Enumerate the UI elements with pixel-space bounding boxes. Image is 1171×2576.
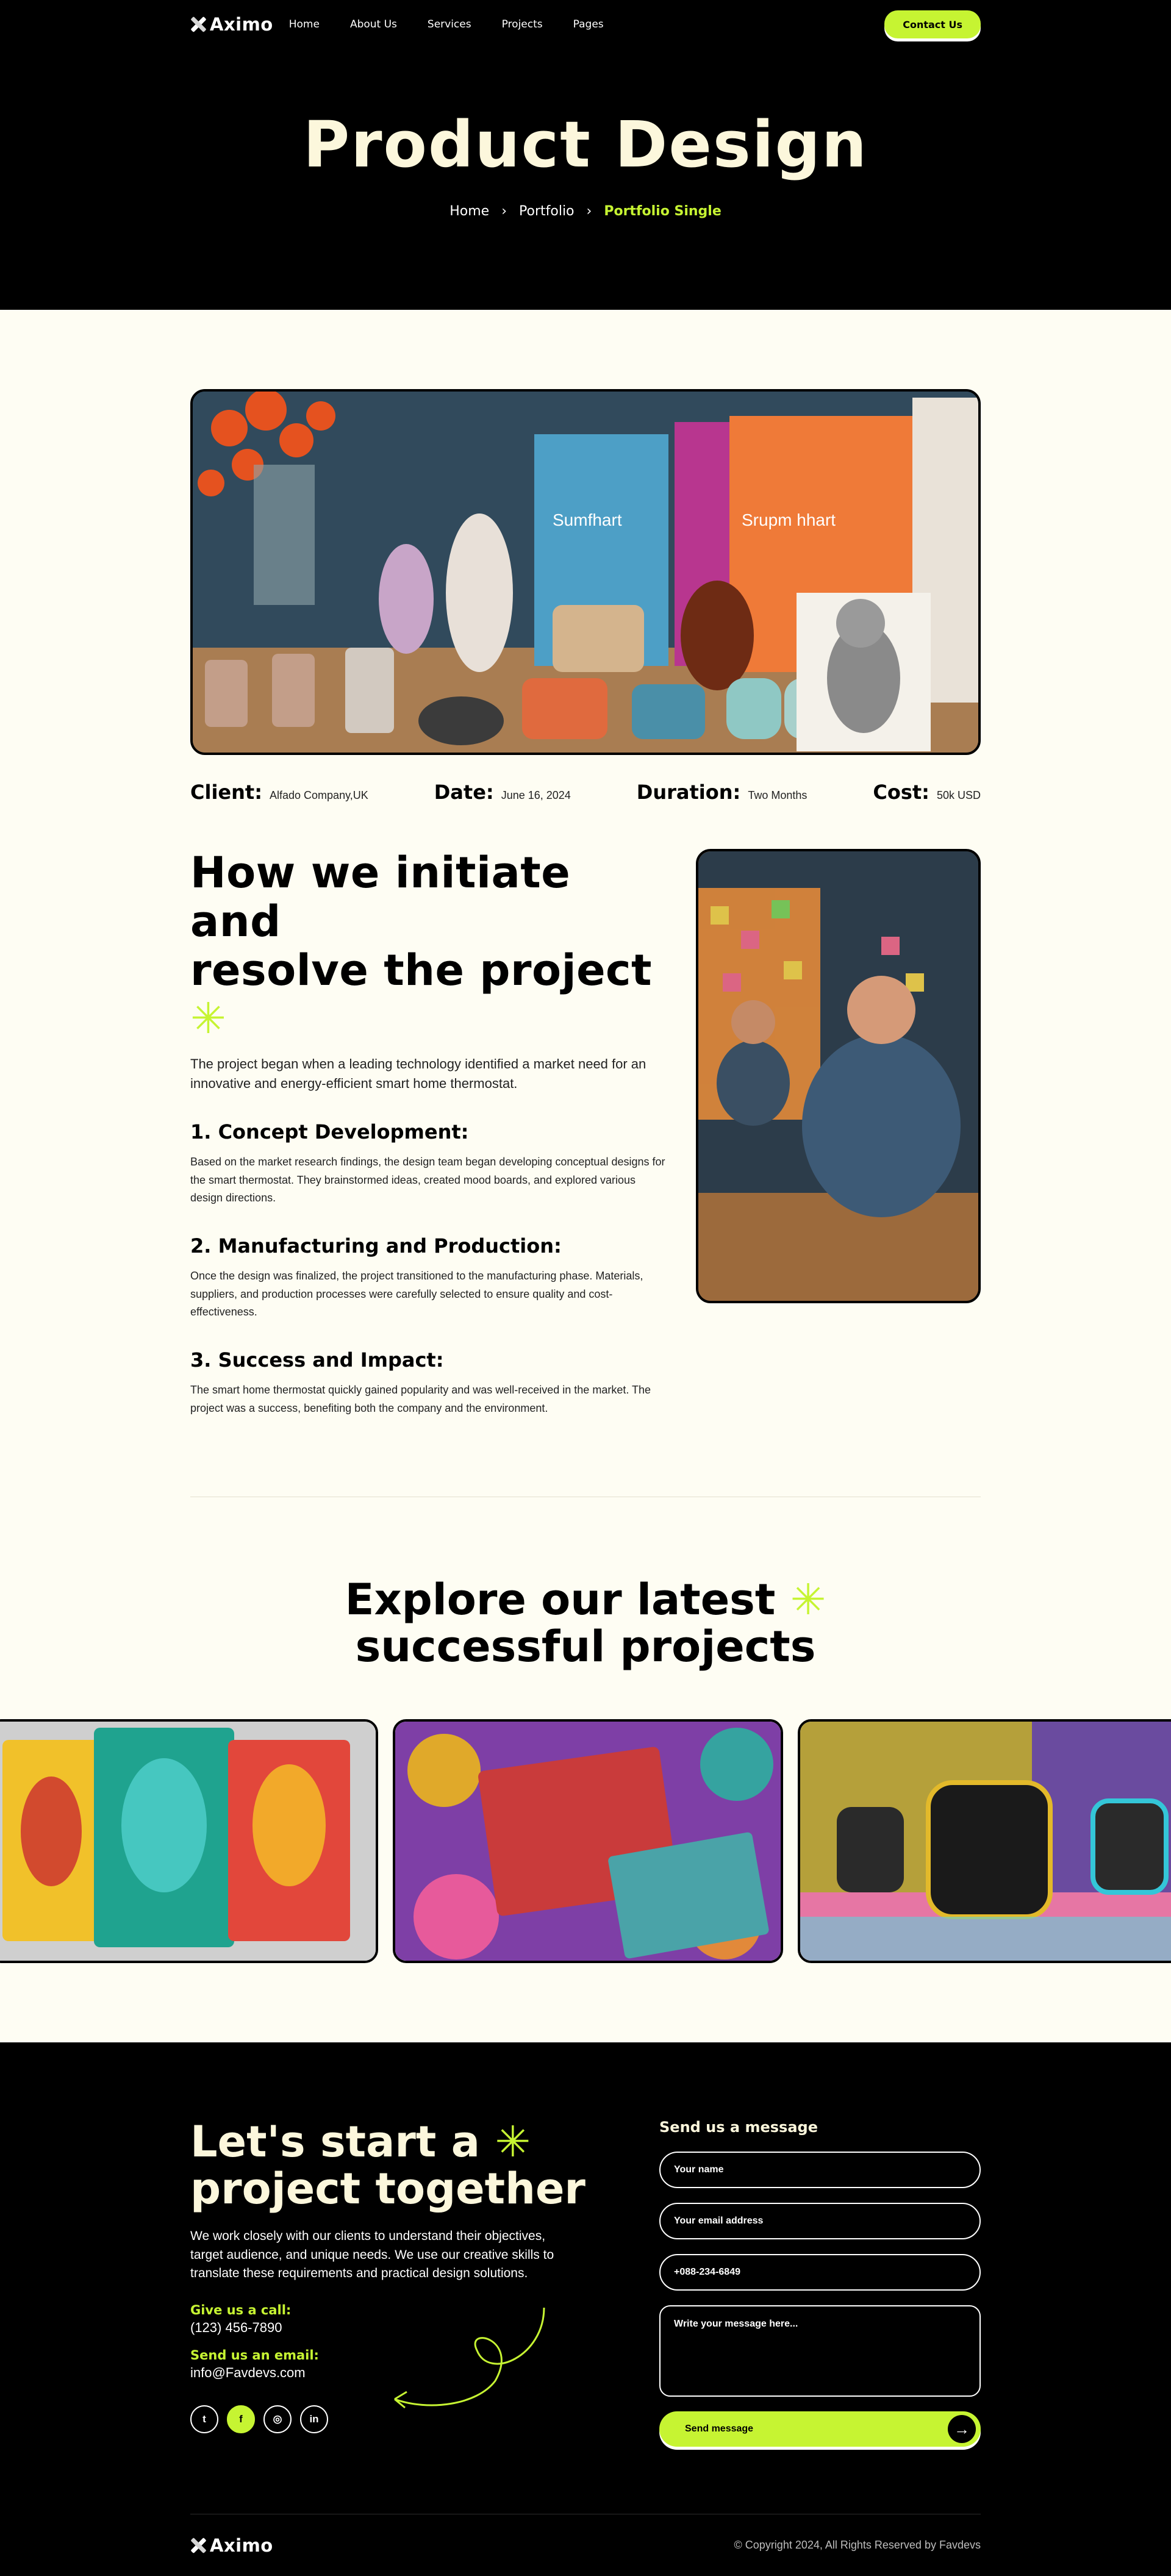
breadcrumb-current: Portfolio Single: [604, 204, 722, 220]
project-card-smartwatches[interactable]: [798, 1719, 1171, 1964]
story-lead: The project began when a leading technol…: [190, 1056, 646, 1092]
meta-client: Client: Alfado Company,UK: [190, 781, 368, 804]
meta-date: Date: June 16, 2024: [434, 781, 571, 804]
chevron-right-icon: ›: [501, 204, 507, 220]
instagram-icon[interactable]: ◎: [263, 2405, 292, 2433]
page-title: Product Design: [303, 107, 868, 182]
project-card-coffee-bags[interactable]: [0, 1719, 378, 1964]
project-story: How we initiate and resolve the project …: [190, 848, 981, 1417]
svg-text:Sumfhart: Sumfhart: [553, 510, 622, 529]
step-text: Based on the market research findings, t…: [190, 1155, 665, 1204]
project-card-packaging[interactable]: [393, 1719, 783, 1964]
contact-form: Send us a message Send message →: [659, 2119, 981, 2447]
asterisk-icon: ✳: [190, 993, 227, 1044]
decorative-arrow-icon: [394, 2308, 545, 2409]
breadcrumb-home[interactable]: Home: [449, 204, 489, 219]
chevron-right-icon: ›: [586, 204, 592, 220]
main-content: Sumfhart Srupm hhart Client: Alfado Compa…: [0, 310, 1171, 2576]
nav-services[interactable]: Services: [428, 18, 471, 30]
product-hero-image: Sumfhart Srupm hhart: [190, 389, 981, 755]
projects-carousel: [0, 1719, 1171, 1964]
site-footer: Let's start a ✳ project together We work…: [0, 2042, 1171, 2576]
breadcrumb-portfolio[interactable]: Portfolio: [519, 204, 575, 219]
message-field[interactable]: [659, 2305, 981, 2397]
main-menu: Home About Us Services Projects Pages: [289, 18, 634, 30]
breadcrumb: Home › Portfolio › Portfolio Single: [190, 204, 981, 219]
nav-pages[interactable]: Pages: [573, 18, 604, 30]
contact-us-button[interactable]: Contact Us: [884, 10, 981, 38]
explore-title: Explore our latest ✳ successful projects: [345, 1575, 826, 1672]
arrow-right-icon: →: [948, 2415, 976, 2444]
navbar: Aximo Home About Us Services Projects Pa…: [190, 0, 981, 49]
nav-about-us[interactable]: About Us: [350, 18, 397, 30]
asterisk-icon: ✳: [790, 1575, 826, 1625]
twitter-icon[interactable]: t: [190, 2405, 218, 2433]
nav-projects[interactable]: Projects: [502, 18, 543, 30]
footer-bar: Aximo © Copyright 2024, All Rights Reser…: [190, 2514, 981, 2576]
phone-field[interactable]: [659, 2254, 981, 2291]
svg-text:Srupm hhart: Srupm hhart: [742, 510, 836, 529]
story-title: How we initiate and resolve the project …: [190, 848, 653, 1044]
facebook-icon[interactable]: f: [227, 2405, 255, 2433]
form-title: Send us a message: [659, 2119, 818, 2136]
copyright-text: © Copyright 2024, All Rights Reserved by…: [734, 2539, 981, 2552]
step-title: 3. Success and Impact:: [190, 1348, 444, 1372]
project-meta: Client: Alfado Company,UK Date: June 16, 2…: [190, 781, 981, 804]
meta-cost: Cost: 50k USD: [873, 781, 981, 804]
team-photo: [696, 849, 981, 1303]
step-text: Once the design was finalized, the proje…: [190, 1270, 643, 1318]
linkedin-icon[interactable]: in: [300, 2405, 328, 2433]
footer-logo[interactable]: Aximo: [190, 2535, 273, 2556]
cta-text: We work closely with our clients to unde…: [190, 2229, 554, 2281]
step-title: 2. Manufacturing and Production:: [190, 1234, 562, 1258]
cta-title: Let's start a ✳ project together: [190, 2117, 586, 2214]
logo-x-icon: [190, 16, 206, 32]
asterisk-icon: ✳: [495, 2117, 531, 2167]
meta-duration: Duration: Two Months: [636, 781, 808, 804]
nav-home[interactable]: Home: [289, 18, 320, 30]
step-text: The smart home thermostat quickly gained…: [190, 1384, 651, 1414]
step-title: 1. Concept Development:: [190, 1120, 469, 1143]
logo-x-icon: [190, 2538, 206, 2553]
email-field[interactable]: [659, 2203, 981, 2240]
brand-logo[interactable]: Aximo: [190, 14, 273, 35]
name-field[interactable]: [659, 2152, 981, 2189]
site-header: Aximo Home About Us Services Projects Pa…: [0, 0, 1171, 310]
send-message-button[interactable]: Send message →: [659, 2411, 981, 2447]
